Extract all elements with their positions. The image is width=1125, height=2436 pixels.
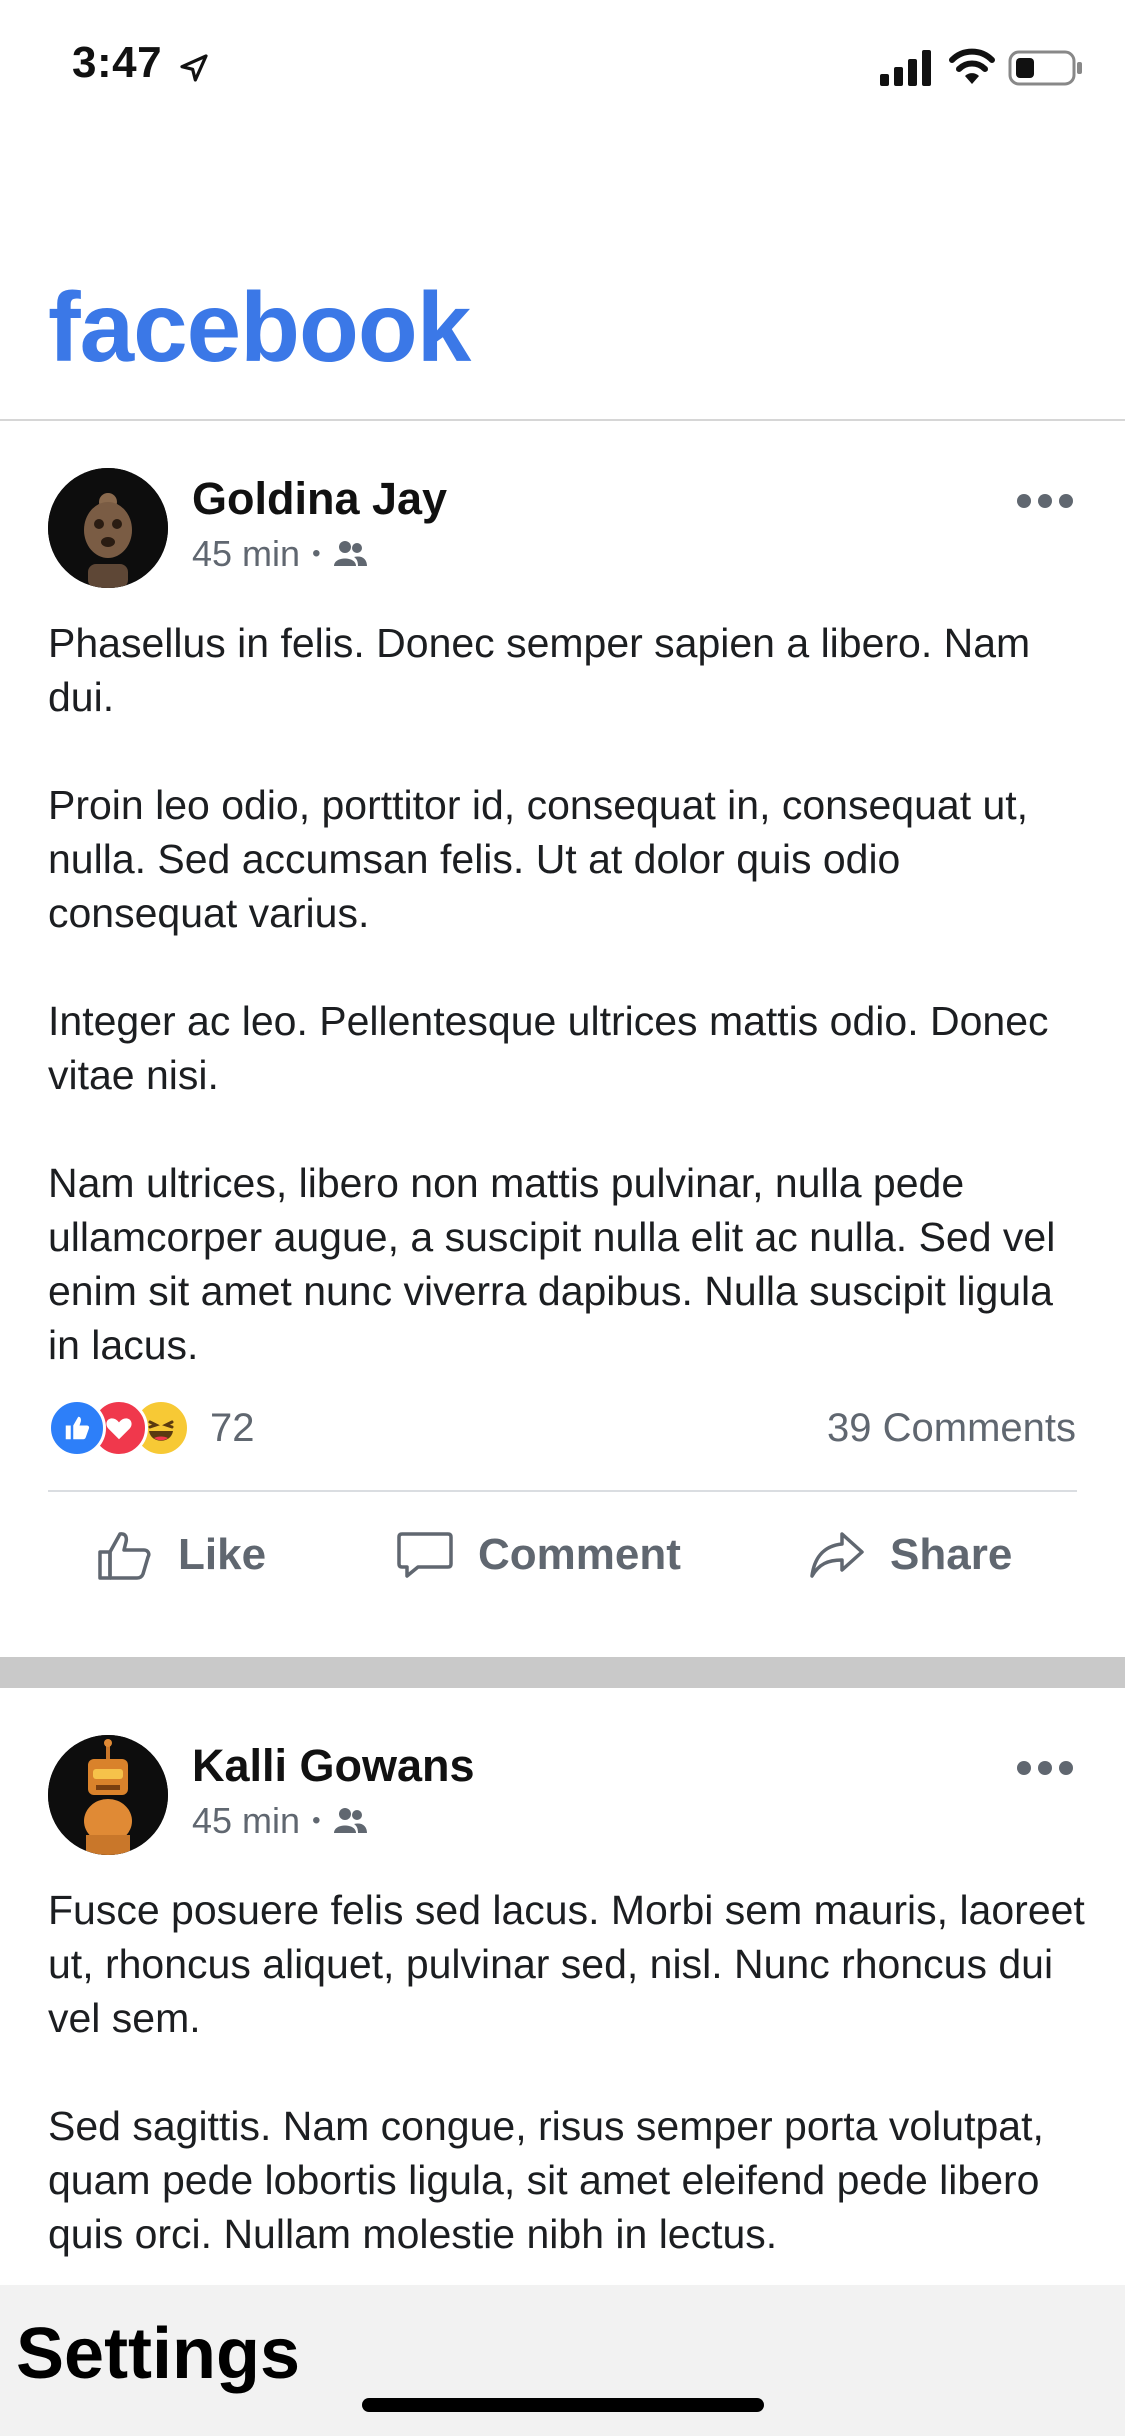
friends-icon [334, 541, 368, 566]
post-author[interactable]: Kalli Gowans [192, 1740, 475, 1792]
like-reaction-icon [48, 1399, 106, 1457]
bottom-bar: Settings [0, 2285, 1125, 2436]
actions-divider [48, 1490, 1077, 1492]
like-label: Like [178, 1530, 267, 1579]
feed-post: Kalli Gowans 45 min • Fusce posuere feli… [0, 1688, 1125, 2288]
post-meta: 45 min • [192, 533, 368, 575]
avatar-robot-icon [48, 1735, 168, 1855]
facebook-logo: facebook [48, 272, 471, 382]
reactions-summary[interactable]: 72 [48, 1398, 255, 1458]
avatar[interactable] [48, 468, 168, 588]
post-paragraph: Phasellus in felis. Donec semper sapien … [48, 620, 1031, 720]
post-meta: 45 min • [192, 1800, 368, 1842]
comment-label: Comment [478, 1530, 681, 1579]
more-options-icon[interactable] [1016, 491, 1074, 511]
status-bar: 3:47 [0, 0, 1125, 135]
post-paragraph: Fusce posuere felis sed lacus. Morbi sem… [48, 1887, 1085, 2041]
settings-label[interactable]: Settings [16, 2313, 300, 2395]
post-time[interactable]: 45 min [192, 1800, 300, 1842]
share-arrow-icon [810, 1532, 864, 1578]
meta-separator: • [312, 1807, 321, 1834]
reaction-count: 72 [210, 1405, 255, 1450]
post-time[interactable]: 45 min [192, 533, 300, 575]
post-paragraph: Integer ac leo. Pellentesque ultrices ma… [48, 998, 1049, 1098]
battery-icon [1008, 50, 1082, 86]
wifi-icon [949, 48, 995, 84]
comments-count[interactable]: 39 Comments [827, 1406, 1076, 1451]
status-time: 3:47 [72, 38, 163, 87]
avatar[interactable] [48, 1735, 168, 1855]
avatar-robot-icon [48, 468, 168, 588]
post-paragraph: Sed sagittis. Nam congue, risus semper p… [48, 2103, 1044, 2257]
post-body: Phasellus in felis. Donec semper sapien … [48, 616, 1088, 1426]
home-indicator[interactable] [362, 2398, 764, 2412]
share-label: Share [890, 1530, 1013, 1579]
friends-icon [334, 1808, 368, 1833]
feed-post: Goldina Jay 45 min • Phasellus in felis.… [0, 421, 1125, 1657]
post-paragraph: Proin leo odio, porttitor id, consequat … [48, 782, 1029, 936]
post-author[interactable]: Goldina Jay [192, 473, 447, 525]
comment-button[interactable]: Comment [396, 1523, 681, 1587]
like-button[interactable]: Like [96, 1523, 266, 1587]
thumbs-up-icon [98, 1532, 151, 1580]
post-paragraph: Nam ultrices, libero non mattis pulvinar… [48, 1160, 1056, 1368]
share-button[interactable]: Share [808, 1523, 1012, 1587]
meta-separator: • [312, 540, 321, 567]
comment-bubble-icon [397, 1532, 453, 1578]
signal-icon [880, 50, 931, 86]
feed-separator [0, 1657, 1125, 1688]
more-options-icon[interactable] [1016, 1758, 1074, 1778]
post-body: Fusce posuere felis sed lacus. Morbi sem… [48, 1883, 1088, 2288]
location-arrow-icon [180, 54, 208, 82]
